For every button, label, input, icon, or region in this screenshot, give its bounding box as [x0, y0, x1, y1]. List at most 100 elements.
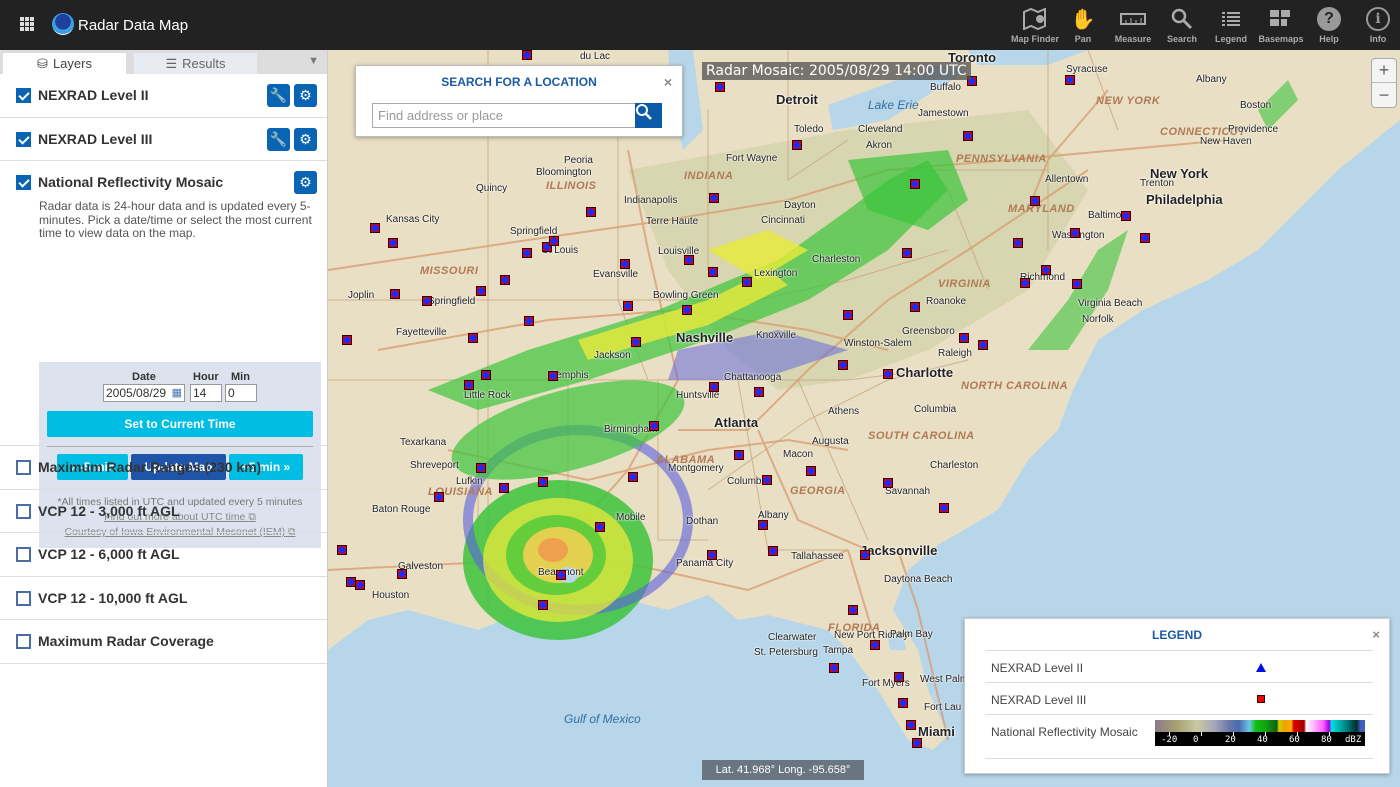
- radar-site-marker[interactable]: [709, 193, 719, 203]
- radar-site-marker[interactable]: [848, 605, 858, 615]
- radar-site-marker[interactable]: [1041, 265, 1051, 275]
- radar-site-marker[interactable]: [762, 475, 772, 485]
- radar-site-marker[interactable]: [623, 301, 633, 311]
- map-finder-button[interactable]: Map Finder: [1010, 6, 1060, 44]
- radar-site-marker[interactable]: [390, 289, 400, 299]
- min-input[interactable]: 0: [225, 384, 257, 402]
- radar-site-marker[interactable]: [684, 255, 694, 265]
- radar-site-marker[interactable]: [894, 672, 904, 682]
- radar-site-marker[interactable]: [838, 360, 848, 370]
- radar-site-marker[interactable]: [1013, 238, 1023, 248]
- radar-site-marker[interactable]: [370, 223, 380, 233]
- close-icon[interactable]: ×: [1372, 627, 1380, 642]
- radar-site-marker[interactable]: [978, 340, 988, 350]
- close-icon[interactable]: ×: [664, 74, 672, 90]
- radar-site-marker[interactable]: [910, 179, 920, 189]
- radar-site-marker[interactable]: [595, 522, 605, 532]
- layer-checkbox[interactable]: [16, 88, 31, 103]
- calendar-icon[interactable]: ▦: [172, 385, 182, 401]
- layer-checkbox[interactable]: [16, 131, 31, 147]
- radar-site-marker[interactable]: [906, 720, 916, 730]
- radar-site-marker[interactable]: [476, 286, 486, 296]
- radar-site-marker[interactable]: [628, 472, 638, 482]
- radar-site-marker[interactable]: [912, 738, 922, 748]
- radar-site-marker[interactable]: [434, 492, 444, 502]
- settings-button[interactable]: ⚙: [294, 127, 317, 151]
- layer-checkbox[interactable]: [16, 175, 31, 190]
- radar-site-marker[interactable]: [631, 337, 641, 347]
- radar-site-marker[interactable]: [524, 316, 534, 326]
- radar-site-marker[interactable]: [792, 140, 802, 150]
- radar-site-marker[interactable]: [397, 569, 407, 579]
- radar-site-marker[interactable]: [468, 333, 478, 343]
- info-button[interactable]: i Info: [1353, 6, 1400, 44]
- radar-site-marker[interactable]: [556, 570, 566, 580]
- radar-site-marker[interactable]: [548, 371, 558, 381]
- radar-site-marker[interactable]: [1072, 279, 1082, 289]
- radar-site-marker[interactable]: [768, 546, 778, 556]
- radar-site-marker[interactable]: [829, 663, 839, 673]
- radar-site-marker[interactable]: [806, 466, 816, 476]
- tab-layers[interactable]: ⛁ Layers: [3, 53, 126, 74]
- radar-site-marker[interactable]: [883, 478, 893, 488]
- layer-checkbox[interactable]: [16, 503, 31, 519]
- radar-site-marker[interactable]: [959, 333, 969, 343]
- radar-site-marker[interactable]: [754, 387, 764, 397]
- radar-site-marker[interactable]: [715, 82, 725, 92]
- radar-site-marker[interactable]: [883, 369, 893, 379]
- radar-site-marker[interactable]: [500, 275, 510, 285]
- radar-site-marker[interactable]: [843, 310, 853, 320]
- radar-site-marker[interactable]: [860, 550, 870, 560]
- radar-site-marker[interactable]: [682, 305, 692, 315]
- radar-site-marker[interactable]: [355, 580, 365, 590]
- radar-site-marker[interactable]: [538, 600, 548, 610]
- date-input[interactable]: 2005/08/29 ▦: [103, 384, 185, 402]
- radar-site-marker[interactable]: [734, 450, 744, 460]
- map-canvas[interactable]: Gulf of Mexico Lake Erie ILLINOIS INDIAN…: [328, 50, 1400, 787]
- zoom-in-button[interactable]: +: [1372, 59, 1396, 83]
- radar-site-marker[interactable]: [476, 463, 486, 473]
- settings-button[interactable]: ⚙: [294, 84, 317, 107]
- radar-site-marker[interactable]: [1020, 278, 1030, 288]
- basemaps-button[interactable]: Basemaps: [1256, 6, 1306, 44]
- radar-site-marker[interactable]: [464, 380, 474, 390]
- radar-site-marker[interactable]: [1140, 233, 1150, 243]
- measure-button[interactable]: Measure: [1108, 6, 1158, 44]
- search-input[interactable]: Find address or place: [372, 103, 636, 128]
- radar-site-marker[interactable]: [538, 477, 548, 487]
- legend-button[interactable]: Legend: [1206, 6, 1256, 44]
- radar-site-marker[interactable]: [1030, 196, 1040, 206]
- radar-site-marker[interactable]: [388, 238, 398, 248]
- radar-site-marker[interactable]: [522, 248, 532, 258]
- zoom-out-button[interactable]: −: [1372, 83, 1396, 107]
- radar-site-marker[interactable]: [870, 640, 880, 650]
- search-submit-button[interactable]: [635, 103, 662, 128]
- radar-site-marker[interactable]: [758, 520, 768, 530]
- radar-site-marker[interactable]: [422, 296, 432, 306]
- radar-site-marker[interactable]: [910, 302, 920, 312]
- wrench-button[interactable]: 🔧: [267, 127, 290, 151]
- tab-results[interactable]: ☰ Results: [134, 53, 257, 74]
- radar-site-marker[interactable]: [342, 335, 352, 345]
- radar-site-marker[interactable]: [1121, 211, 1131, 221]
- radar-site-marker[interactable]: [963, 131, 973, 141]
- layer-checkbox[interactable]: [16, 460, 31, 475]
- radar-site-marker[interactable]: [499, 483, 509, 493]
- radar-site-marker[interactable]: [1070, 228, 1080, 238]
- radar-site-marker[interactable]: [586, 207, 596, 217]
- radar-site-marker[interactable]: [898, 698, 908, 708]
- radar-site-marker[interactable]: [707, 550, 717, 560]
- radar-site-marker[interactable]: [708, 267, 718, 277]
- radar-site-marker[interactable]: [742, 277, 752, 287]
- radar-site-marker[interactable]: [620, 259, 630, 269]
- radar-site-marker[interactable]: [649, 421, 659, 431]
- settings-button[interactable]: ⚙: [294, 171, 317, 194]
- pan-button[interactable]: ✋ Pan: [1058, 6, 1108, 45]
- radar-site-marker[interactable]: [522, 50, 532, 60]
- radar-site-marker[interactable]: [709, 382, 719, 392]
- hour-input[interactable]: 14: [190, 384, 222, 402]
- grid-icon[interactable]: [20, 17, 34, 31]
- radar-site-marker[interactable]: [1065, 75, 1075, 85]
- set-current-time-button[interactable]: Set to Current Time: [47, 411, 313, 437]
- wrench-button[interactable]: 🔧: [267, 84, 290, 107]
